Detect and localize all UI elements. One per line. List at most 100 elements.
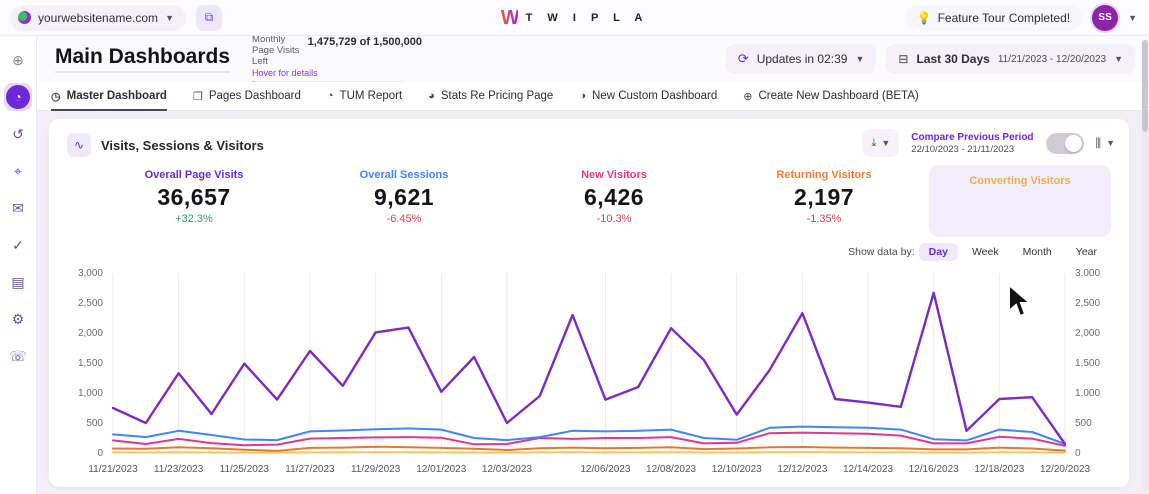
dashboard-tabs: ◷Master Dashboard ❐ Pages Dashboard ◔TUM Re… (37, 82, 1149, 111)
monthly-quota: Monthly Page Visits Left 1,475,729 of 1,… (252, 34, 422, 84)
metric-overall-sessions[interactable]: Overall Sessions9,621-6.45% (299, 169, 509, 225)
compare-toggle[interactable] (1046, 133, 1084, 154)
new-custom-dashboard-icon: ◑ (579, 90, 586, 102)
converting-visitors-card[interactable]: Converting Visitors (929, 165, 1111, 237)
download-icon: ⤓ (871, 137, 876, 150)
compare-previous-period: Compare Previous Period 22/10/2023 - 21/… (911, 132, 1033, 155)
x-axis-tick: 12/14/2023 (843, 464, 893, 475)
toggle-knob (1065, 135, 1082, 152)
tab-label: Pages Dashboard (209, 90, 301, 102)
sidebar-item-company[interactable]: ▤ (4, 268, 32, 296)
tab-label: Create New Dashboard (BETA) (759, 90, 919, 102)
tab-new-custom-dashboard[interactable]: ◑New Custom Dashboard (579, 82, 717, 111)
y-axis-tick: 1,000 (1075, 388, 1100, 399)
tab-master-dashboard[interactable]: ◷Master Dashboard (51, 82, 167, 111)
tab-tum-report[interactable]: ◔TUM Report (327, 82, 402, 111)
download-button[interactable]: ⤓ ▼ (862, 129, 899, 157)
x-axis-tick: 11/21/2023 (88, 464, 138, 475)
x-axis-tick: 12/10/2023 (712, 464, 762, 475)
sidebar-item-support[interactable]: ☏ (4, 342, 32, 370)
x-axis-tick: 11/25/2023 (220, 464, 270, 475)
chevron-down-icon: ▼ (881, 138, 890, 148)
x-axis-tick: 12/08/2023 (646, 464, 696, 475)
website-name: yourwebsitename.com (38, 11, 158, 25)
sidebar-item-settings[interactable]: ⚙ (4, 305, 32, 333)
tab-stats-re-pricing-page[interactable]: ◕Stats Re Pricing Page (428, 82, 553, 111)
main-content: ∿ Visits, Sessions & Visitors ⤓ ▼ Compar… (37, 111, 1149, 494)
metric-value: 36,657 (89, 184, 299, 211)
external-link-icon: ⧉ (205, 10, 214, 25)
chevron-down-icon: ▼ (1106, 138, 1115, 148)
calendar-icon: ⊟ (898, 52, 908, 66)
chevron-down-icon: ▼ (165, 13, 174, 23)
metric-returning-visitors[interactable]: Returning Visitors2,197-1.35% (719, 169, 929, 225)
sidebar-item-dashboards[interactable]: ◔ (4, 83, 32, 111)
sliders-icon: ⫼ (1096, 136, 1102, 151)
master-dashboard-icon: ◷ (51, 90, 61, 103)
x-axis-tick: 12/20/2023 (1040, 464, 1090, 475)
quota-hover-link[interactable]: Hover for details (252, 68, 422, 78)
dashboard-icon: ◔ (6, 85, 30, 109)
x-axis-tick: 12/16/2023 (909, 464, 959, 475)
metrics-row: Overall Page Visits36,657+32.3%Overall S… (89, 169, 989, 225)
chevron-down-icon: ▼ (855, 54, 864, 64)
x-axis-tick: 12/03/2023 (482, 464, 532, 475)
series-line-overall-page-visits (113, 293, 1065, 444)
tum-report-icon: ◔ (327, 90, 334, 102)
account-chevron-down-icon[interactable]: ▼ (1128, 13, 1137, 23)
chevron-down-icon: ▼ (1114, 54, 1123, 64)
y-axis-tick: 500 (86, 418, 103, 429)
open-website-button[interactable]: ⧉ (196, 5, 222, 31)
metric-label: Overall Sessions (299, 169, 509, 181)
date-range-pill[interactable]: ⊟ Last 30 Days 11/21/2023 - 12/20/2023 ▼ (886, 44, 1135, 74)
x-axis-tick: 12/12/2023 (777, 464, 827, 475)
visitors-icon: ↺ (12, 126, 24, 143)
updates-label: Updates in 02:39 (757, 52, 848, 66)
chart-settings-button[interactable]: ⫼ ▼ (1096, 136, 1115, 151)
show-data-by: Show data by:DayWeekMonthYear (848, 243, 1107, 261)
y-axis-tick: 2,000 (1075, 328, 1100, 339)
x-axis-tick: 12/18/2023 (974, 464, 1024, 475)
granularity-option-week[interactable]: Week (962, 243, 1009, 261)
metric-value: 6,426 (509, 184, 719, 211)
metric-label: New Visitors (509, 169, 719, 181)
pages-dashboard-icon: ❐ (193, 90, 203, 103)
avatar[interactable]: SS (1092, 5, 1118, 31)
y-axis-tick: 0 (97, 448, 103, 459)
tab-pages-dashboard[interactable]: ❐ Pages Dashboard (193, 82, 301, 111)
shield-check-icon: ✓ (12, 237, 24, 254)
period-label: Last 30 Days (916, 52, 989, 66)
y-axis-tick: 1,500 (1075, 358, 1100, 369)
metric-new-visitors[interactable]: New Visitors 6,426 -10.3% (509, 169, 719, 225)
website-selector[interactable]: yourwebsitename.com ▼ (10, 5, 186, 31)
vertical-scrollbar[interactable] (1142, 40, 1148, 490)
tab-label: Stats Re Pricing Page (441, 90, 554, 102)
tab-create-new-dashboard-beta[interactable]: ⊕Create New Dashboard (BETA) (743, 82, 918, 111)
behavior-icon: ⌖ (14, 163, 22, 180)
sidebar-item-behavior[interactable]: ⌖ (4, 157, 32, 185)
feature-tour-label: Feature Tour Completed! (938, 11, 1071, 25)
page-title: Main Dashboards (55, 45, 230, 73)
sidebar-item-privacy[interactable]: ✓ (4, 231, 32, 259)
visits-sessions-card: ∿ Visits, Sessions & Visitors ⤓ ▼ Compar… (49, 119, 1129, 487)
scrollbar-thumb[interactable] (1142, 40, 1148, 132)
logo-text: T W I P L A (526, 12, 649, 24)
updates-pill[interactable]: ⟳ Updates in 02:39 ▼ (726, 44, 877, 74)
feature-tour-button[interactable]: 💡 Feature Tour Completed! (905, 5, 1082, 31)
sidebar-item-add-circle[interactable]: ⊕ (4, 46, 32, 74)
chart-area[interactable]: 005005001,0001,0001,5001,5002,0002,0002,… (61, 265, 1117, 479)
granularity-option-year[interactable]: Year (1066, 243, 1107, 261)
metric-delta: -10.3% (509, 213, 719, 225)
metric-label: Overall Page Visits (89, 169, 299, 181)
sidebar-item-communication[interactable]: ✉ (4, 194, 32, 222)
quota-label: Monthly Page Visits Left (252, 34, 300, 67)
granularity-option-month[interactable]: Month (1013, 243, 1062, 261)
x-axis-tick: 11/27/2023 (285, 464, 335, 475)
plus-circle-icon: ⊕ (12, 52, 24, 69)
x-axis-tick: 11/23/2023 (154, 464, 204, 475)
granularity-option-day[interactable]: Day (919, 243, 958, 261)
sidebar-item-visitors[interactable]: ↺ (4, 120, 32, 148)
y-axis-tick: 2,500 (78, 298, 103, 309)
metric-overall-page-visits[interactable]: Overall Page Visits36,657+32.3% (89, 169, 299, 225)
support-person-icon: ☏ (9, 348, 27, 365)
